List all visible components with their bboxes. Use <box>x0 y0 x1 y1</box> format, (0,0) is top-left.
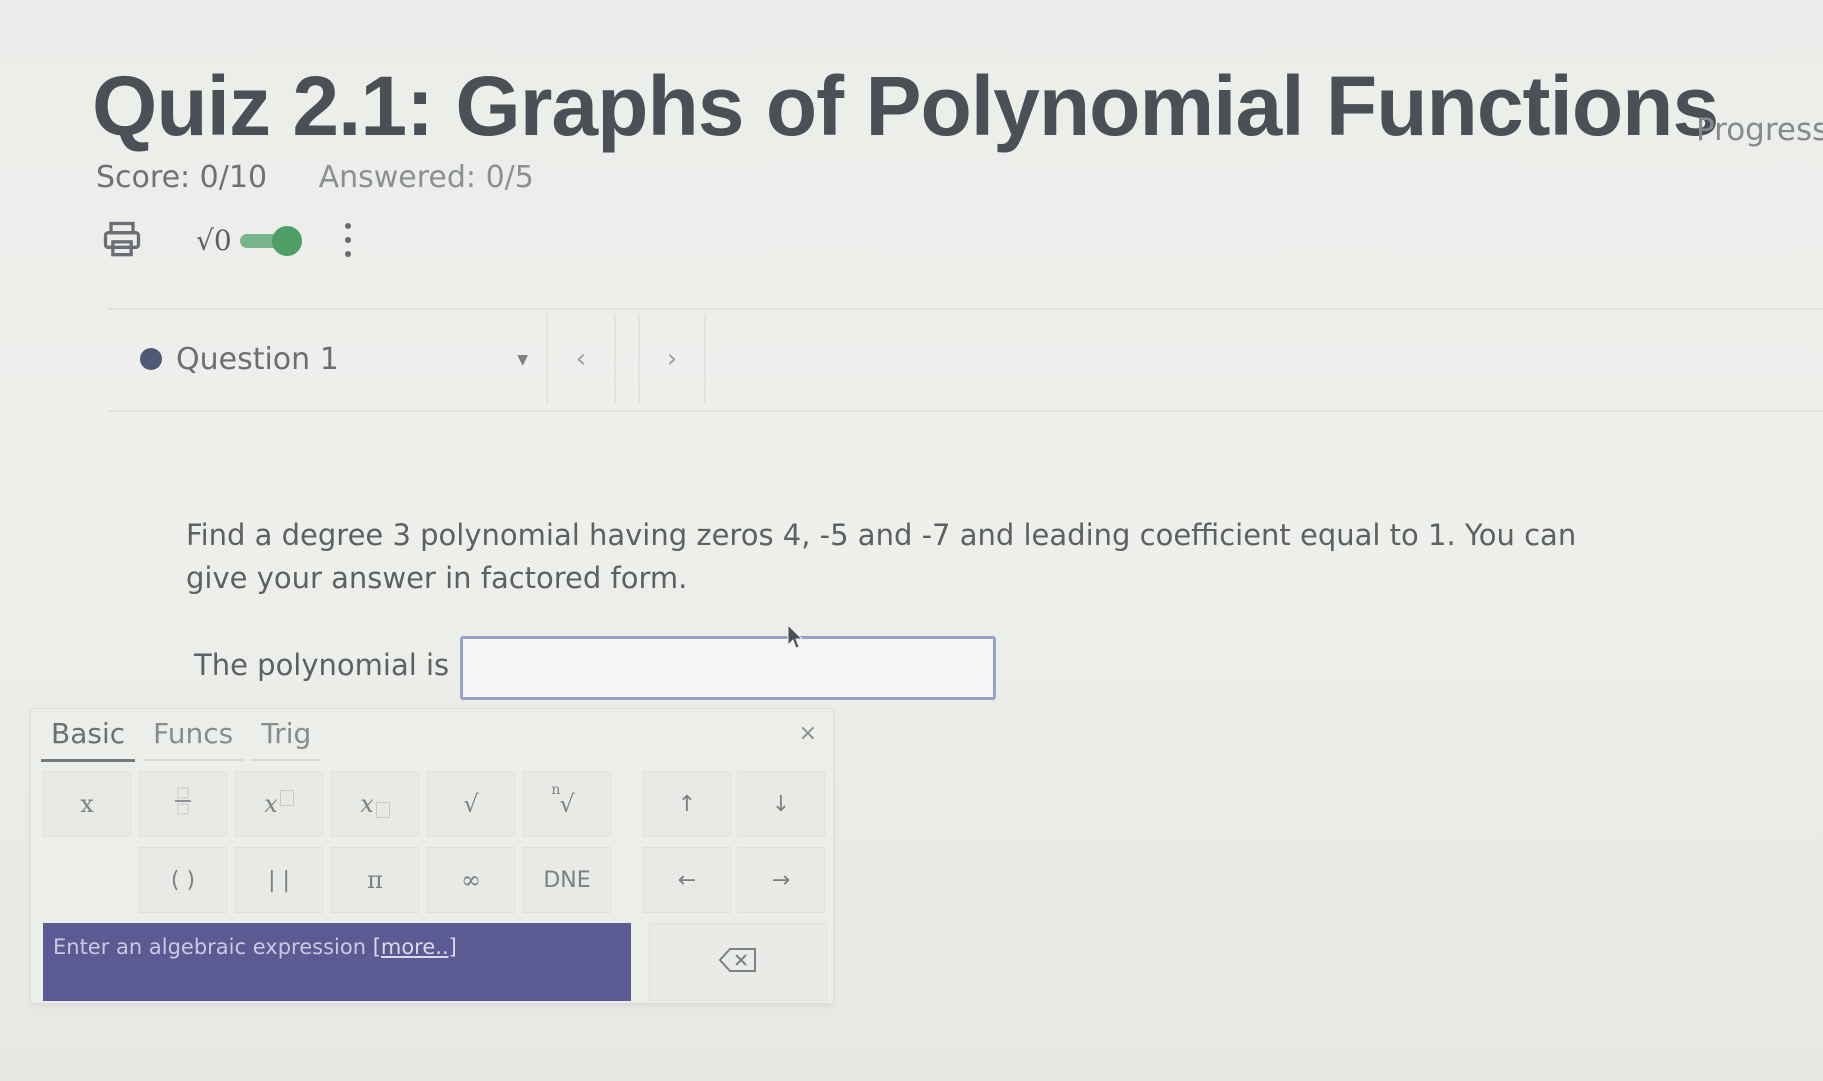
keypad-help-banner: Enter an algebraic expression [more..] <box>43 923 631 1001</box>
quiz-page: Quiz 2.1: Graphs of Polynomial Functions… <box>0 0 1823 1081</box>
keypad-tab-trig[interactable]: Trig <box>251 709 322 761</box>
keypad-tabs: Basic Funcs Trig <box>41 709 329 762</box>
math-keypad: Basic Funcs Trig × x x x √ n √ ↑ ↓ ( ) | … <box>30 708 834 1004</box>
question-select-label: Question 1 <box>176 341 339 377</box>
question-nav-bar: Question 1 ▼ ‹ › <box>108 308 1823 412</box>
key-parentheses[interactable]: ( ) <box>139 847 227 913</box>
key-exponent[interactable]: x <box>235 771 323 837</box>
key-nth-root[interactable]: n √ <box>523 771 611 837</box>
next-question-button[interactable]: › <box>638 314 706 404</box>
exponent-icon: x <box>264 790 294 818</box>
keypad-tab-funcs[interactable]: Funcs <box>143 709 244 761</box>
key-pi[interactable]: π <box>331 847 419 913</box>
chevron-down-icon: ▼ <box>517 352 528 368</box>
key-absolute-value[interactable]: | | <box>235 847 323 913</box>
key-subscript[interactable]: x <box>331 771 419 837</box>
score-row: Score: 0/10 Answered: 0/5 <box>96 160 576 195</box>
key-sqrt[interactable]: √ <box>427 771 515 837</box>
answered-text: Answered: 0/5 <box>318 160 534 195</box>
printer-icon[interactable] <box>100 218 144 262</box>
keypad-help-text: Enter an algebraic expression <box>53 935 373 959</box>
key-infinity[interactable]: ∞ <box>427 847 515 913</box>
key-x[interactable]: x <box>43 771 131 837</box>
answer-input[interactable] <box>460 636 996 700</box>
nth-root-icon: n √ <box>551 782 575 818</box>
math-display-toggle[interactable] <box>239 226 302 256</box>
backspace-key[interactable] <box>649 923 827 1001</box>
key-down-arrow[interactable]: ↓ <box>737 771 825 837</box>
fraction-icon <box>173 786 193 822</box>
key-up-arrow[interactable]: ↑ <box>643 771 731 837</box>
previous-question-button[interactable]: ‹ <box>548 314 616 404</box>
backspace-icon <box>718 947 758 977</box>
score-text: Score: 0/10 <box>96 160 268 195</box>
close-icon[interactable]: × <box>799 721 817 746</box>
math-display-label: √0 <box>196 223 232 257</box>
keypad-tab-basic[interactable]: Basic <box>41 709 136 762</box>
progress-link[interactable]: Progress <box>1696 112 1823 148</box>
key-left-arrow[interactable]: ← <box>643 847 731 913</box>
question-status-dot <box>140 348 162 370</box>
more-options-icon[interactable] <box>342 220 354 260</box>
key-right-arrow[interactable]: → <box>737 847 825 913</box>
subscript-icon: x <box>360 790 390 818</box>
keypad-more-link[interactable]: [more..] <box>373 935 457 959</box>
question-select[interactable]: Question 1 ▼ <box>108 314 548 404</box>
page-title: Quiz 2.1: Graphs of Polynomial Functions <box>92 59 1719 153</box>
key-dne[interactable]: DNE <box>523 847 611 913</box>
answer-label: The polynomial is <box>194 648 450 682</box>
quiz-toolbar: √0 <box>100 214 354 266</box>
mouse-cursor-icon <box>786 623 804 654</box>
question-text: Find a degree 3 polynomial having zeros … <box>186 518 1577 595</box>
key-fraction[interactable] <box>139 771 227 837</box>
